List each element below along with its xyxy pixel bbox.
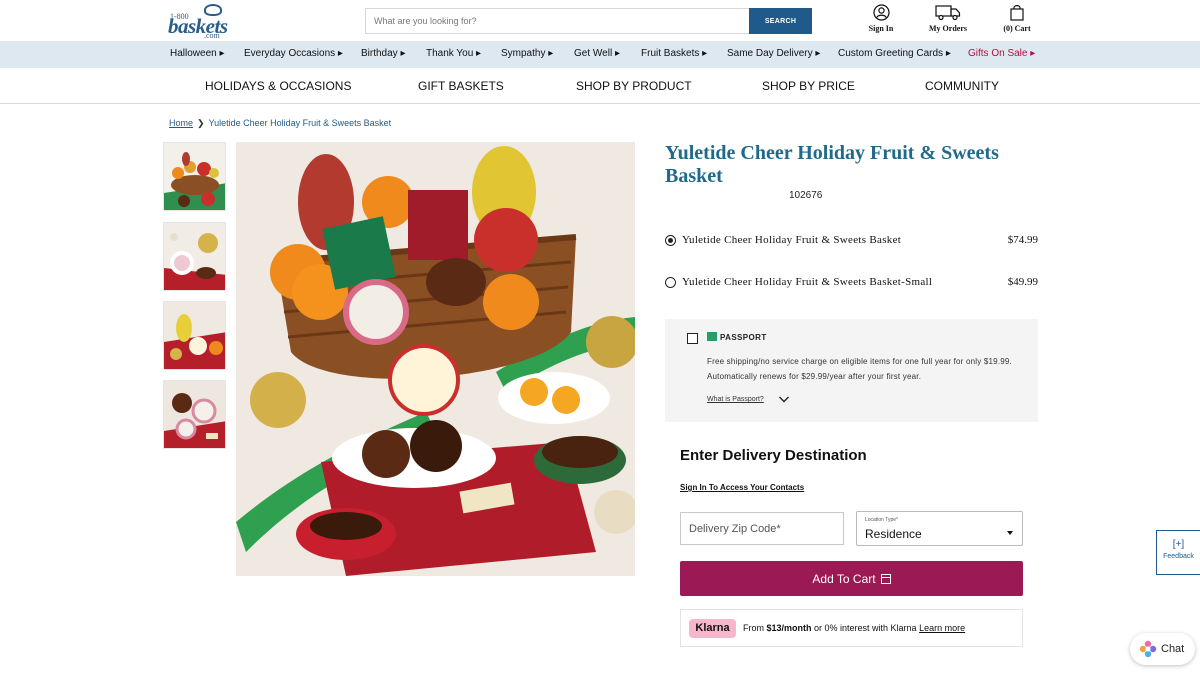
logo-suffix: .com	[204, 31, 220, 40]
shopping-bag-icon	[1010, 5, 1024, 21]
breadcrumb-current: Yuletide Cheer Holiday Fruit & Sweets Ba…	[208, 118, 392, 128]
category-thank-you[interactable]: Thank You ▸	[426, 48, 481, 59]
category-birthday[interactable]: Birthday ▸	[361, 48, 405, 59]
location-type-value: Residence	[865, 527, 922, 541]
sign-in-link[interactable]: Sign In	[866, 4, 896, 33]
chat-label: Chat	[1161, 643, 1185, 655]
klarna-text: From $13/month or 0% interest with Klarn…	[743, 623, 965, 633]
pear-thumbnail-image	[164, 302, 225, 369]
option-price: $49.99	[1007, 276, 1038, 288]
radio-unselected[interactable]	[665, 277, 676, 288]
product-thumbnail-3[interactable]	[163, 301, 226, 370]
my-orders-label: My Orders	[929, 24, 967, 33]
what-is-passport-link[interactable]: What is Passport?	[707, 396, 764, 403]
category-gifts-on-sale[interactable]: Gifts On Sale ▸	[968, 48, 1035, 59]
add-to-cart-button[interactable]: Add To Cart	[680, 561, 1023, 596]
option-name: Yuletide Cheer Holiday Fruit & Sweets Ba…	[682, 276, 933, 288]
category-custom-greeting-cards[interactable]: Custom Greeting Cards ▸	[838, 48, 951, 59]
fruit-basket-thumbnail-image	[164, 143, 225, 210]
add-to-cart-label: Add To Cart	[812, 571, 876, 586]
pretzel-thumbnail-image	[164, 381, 225, 448]
feedback-label: Feedback	[1163, 553, 1194, 560]
site-logo[interactable]: 1-800 baskets .com	[168, 4, 230, 40]
nav-community[interactable]: COMMUNITY	[925, 79, 999, 93]
category-bar: Halloween ▸ Everyday Occasions ▸ Birthda…	[0, 41, 1200, 68]
category-everyday-occasions[interactable]: Everyday Occasions ▸	[244, 48, 343, 59]
product-thumbnail-2[interactable]	[163, 222, 226, 291]
size-option-small[interactable]: Yuletide Cheer Holiday Fruit & Sweets Ba…	[665, 276, 1038, 292]
category-sympathy[interactable]: Sympathy ▸	[501, 48, 553, 59]
passport-label-text: PASSPORT	[720, 333, 767, 342]
cart-link[interactable]: (0) Cart	[1000, 4, 1034, 33]
passport-label: PASSPORT	[707, 332, 767, 342]
option-name: Yuletide Cheer Holiday Fruit & Sweets Ba…	[682, 234, 902, 246]
main-nav: HOLIDAYS & OCCASIONS GIFT BASKETS SHOP B…	[0, 68, 1200, 104]
calendar-icon	[880, 573, 891, 584]
user-icon	[872, 4, 890, 21]
klarna-amount: $13/month	[766, 623, 812, 633]
search-input[interactable]	[366, 9, 749, 33]
passport-checkbox[interactable]	[687, 333, 698, 344]
dropdown-arrow-icon	[1007, 531, 1013, 535]
product-main-image[interactable]	[236, 142, 635, 576]
breadcrumb-separator: ❯	[197, 118, 205, 128]
nav-gift-baskets[interactable]: GIFT BASKETS	[418, 79, 504, 93]
my-orders-link[interactable]: My Orders	[926, 4, 970, 33]
chevron-down-icon[interactable]	[778, 395, 790, 404]
category-fruit-baskets[interactable]: Fruit Baskets ▸	[641, 48, 707, 59]
search-button[interactable]: SEARCH	[749, 8, 812, 34]
category-halloween[interactable]: Halloween ▸	[170, 48, 225, 59]
sign-in-label: Sign In	[868, 24, 894, 33]
product-thumbnail-4[interactable]	[163, 380, 226, 449]
sign-in-contacts-link[interactable]: Sign In To Access Your Contacts	[680, 483, 804, 492]
radio-selected[interactable]	[665, 235, 676, 246]
nav-shop-by-price[interactable]: SHOP BY PRICE	[762, 79, 855, 93]
zip-code-input[interactable]	[680, 512, 844, 545]
product-sku: 102676	[789, 190, 823, 201]
chat-button[interactable]: Chat	[1130, 633, 1195, 665]
search-bar: SEARCH	[365, 8, 812, 34]
delivery-heading: Enter Delivery Destination	[680, 447, 867, 464]
cart-label: (0) Cart	[1003, 24, 1031, 33]
feedback-tab[interactable]: [+] Feedback	[1156, 530, 1200, 575]
breadcrumb: Home ❯ Yuletide Cheer Holiday Fruit & Swee…	[169, 118, 391, 129]
passport-offer: PASSPORT Free shipping/no service charge…	[665, 319, 1038, 422]
nav-shop-by-product[interactable]: SHOP BY PRODUCT	[576, 79, 692, 93]
product-thumbnail-1[interactable]	[163, 142, 226, 211]
klarna-prefix: From	[743, 623, 767, 633]
klarna-learn-more-link[interactable]: Learn more	[919, 623, 965, 633]
fruit-sweets-basket-image	[236, 142, 635, 576]
klarna-middle: or 0% interest with Klarna	[811, 623, 920, 633]
klarna-banner: Klarna From $13/month or 0% interest wit…	[680, 609, 1023, 647]
truck-icon	[935, 5, 961, 21]
location-type-select[interactable]: Location Type* Residence	[856, 511, 1023, 546]
passport-description: Free shipping/no service charge on eligi…	[707, 357, 1012, 381]
location-type-label: Location Type*	[865, 517, 898, 523]
feedback-plus-icon: [+]	[1172, 539, 1185, 550]
breadcrumb-home[interactable]: Home	[169, 118, 193, 128]
option-price: $74.99	[1007, 234, 1038, 246]
nav-holidays-occasions[interactable]: HOLIDAYS & OCCASIONS	[205, 79, 351, 93]
klarna-badge: Klarna	[689, 619, 736, 638]
chat-flower-icon	[1139, 640, 1157, 658]
size-option-standard[interactable]: Yuletide Cheer Holiday Fruit & Sweets Ba…	[665, 234, 1038, 250]
passport-icon	[707, 332, 717, 341]
sweets-thumbnail-image	[164, 223, 225, 290]
category-get-well[interactable]: Get Well ▸	[574, 48, 620, 59]
product-title: Yuletide Cheer Holiday Fruit & Sweets Ba…	[665, 142, 999, 187]
site-header: 1-800 baskets .com SEARCH Sign In My Ord…	[0, 0, 1200, 41]
category-same-day-delivery[interactable]: Same Day Delivery ▸	[727, 48, 820, 59]
